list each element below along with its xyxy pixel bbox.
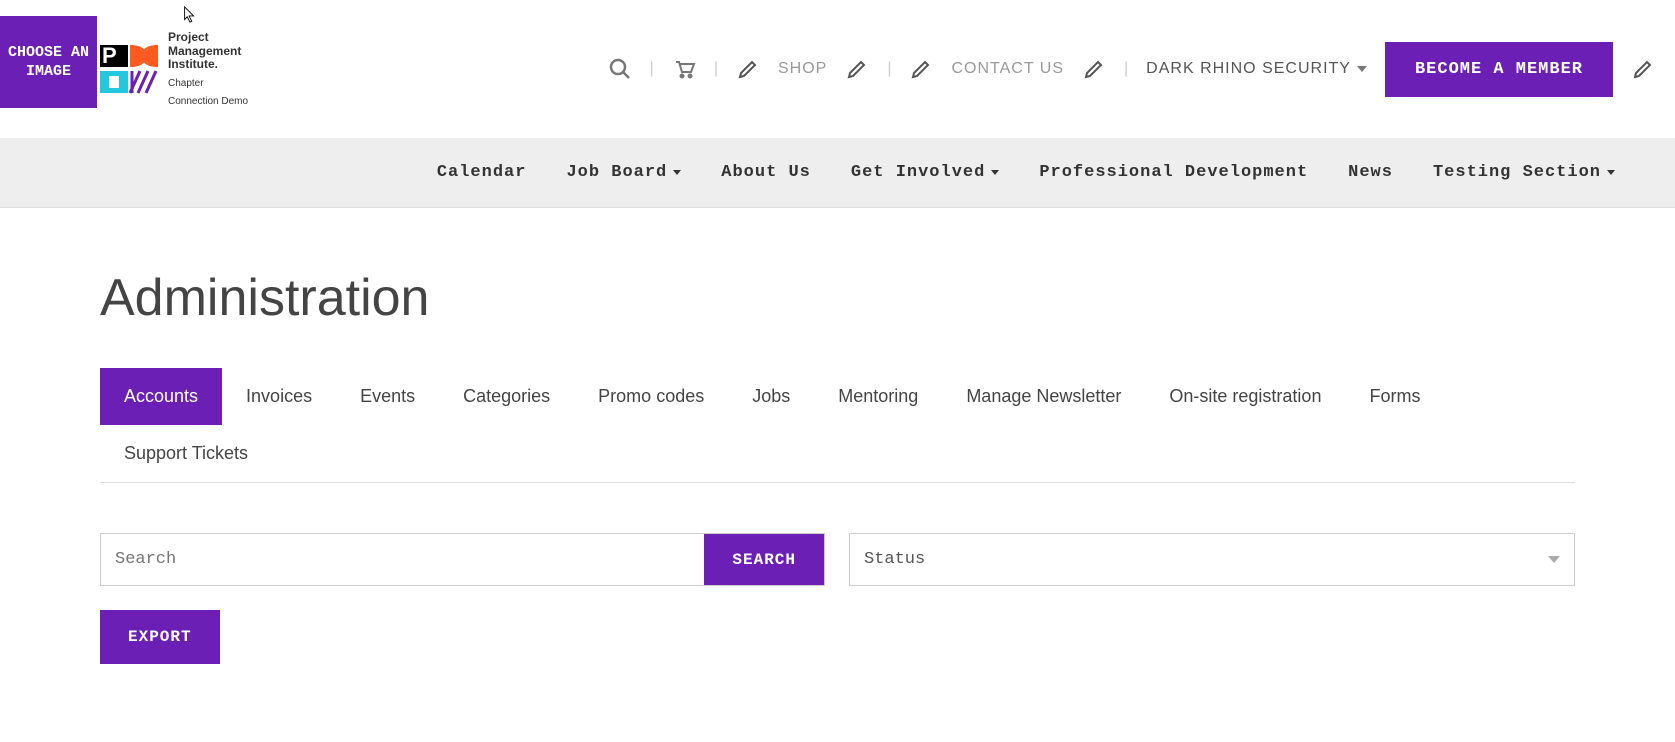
tab-jobs[interactable]: Jobs	[728, 368, 814, 425]
edit-icon[interactable]	[845, 57, 869, 81]
edit-icon[interactable]	[909, 57, 933, 81]
main-nav: Calendar Job Board About Us Get Involved…	[0, 138, 1675, 208]
svg-text:P: P	[102, 43, 117, 68]
chevron-down-icon	[991, 170, 999, 175]
chevron-down-icon	[1548, 556, 1560, 563]
nav-job-board[interactable]: Job Board	[566, 163, 681, 182]
status-label: Status	[864, 550, 925, 569]
contact-link[interactable]: CONTACT US	[951, 60, 1064, 78]
tab-newsletter[interactable]: Manage Newsletter	[942, 368, 1145, 425]
top-header: P Project Management Institute. Chapter …	[0, 0, 1675, 138]
search-input[interactable]	[101, 534, 704, 585]
chevron-down-icon	[673, 170, 681, 175]
tab-categories[interactable]: Categories	[439, 368, 574, 425]
logo-area[interactable]: P Project Management Institute. Chapter …	[100, 31, 248, 107]
edit-icon[interactable]	[1082, 57, 1106, 81]
export-button[interactable]: EXPORT	[100, 610, 220, 664]
become-member-button[interactable]: BECOME A MEMBER	[1385, 42, 1613, 97]
chevron-down-icon	[1357, 66, 1367, 72]
pmi-logo-icon: P	[100, 39, 160, 99]
nav-about[interactable]: About Us	[721, 163, 811, 182]
logo-text: Project Management Institute. Chapter Co…	[168, 31, 248, 107]
search-icon[interactable]	[608, 57, 632, 81]
search-group: SEARCH	[100, 533, 825, 586]
nav-calendar[interactable]: Calendar	[437, 163, 527, 182]
user-menu[interactable]: DARK RHINO SECURITY	[1146, 60, 1367, 78]
top-right-nav: | | SHOP | CONTACT US | DARK RHINO SECUR…	[608, 42, 1655, 97]
search-button[interactable]: SEARCH	[704, 534, 824, 585]
nav-testing[interactable]: Testing Section	[1433, 163, 1615, 182]
separator: |	[650, 60, 654, 78]
tab-events[interactable]: Events	[336, 368, 439, 425]
edit-icon[interactable]	[1631, 57, 1655, 81]
tab-onsite[interactable]: On-site registration	[1145, 368, 1345, 425]
tab-tickets[interactable]: Support Tickets	[100, 425, 272, 482]
tab-forms[interactable]: Forms	[1345, 368, 1444, 425]
separator: |	[1124, 60, 1128, 78]
shop-link[interactable]: SHOP	[778, 60, 827, 78]
separator: |	[714, 60, 718, 78]
edit-icon[interactable]	[736, 57, 760, 81]
separator: |	[887, 60, 891, 78]
tab-accounts[interactable]: Accounts	[100, 368, 222, 425]
content: Administration Accounts Invoices Events …	[0, 208, 1675, 724]
admin-tabs: Accounts Invoices Events Categories Prom…	[100, 368, 1575, 483]
user-name: DARK RHINO SECURITY	[1146, 60, 1351, 78]
nav-get-involved[interactable]: Get Involved	[851, 163, 999, 182]
search-row: SEARCH Status	[100, 533, 1575, 586]
chevron-down-icon	[1607, 170, 1615, 175]
cart-icon[interactable]	[672, 57, 696, 81]
tab-mentoring[interactable]: Mentoring	[814, 368, 942, 425]
nav-news[interactable]: News	[1348, 163, 1393, 182]
status-select[interactable]: Status	[849, 533, 1575, 586]
tab-promo[interactable]: Promo codes	[574, 368, 728, 425]
tab-invoices[interactable]: Invoices	[222, 368, 336, 425]
page-title: Administration	[100, 268, 1575, 328]
nav-prof-dev[interactable]: Professional Development	[1039, 163, 1308, 182]
